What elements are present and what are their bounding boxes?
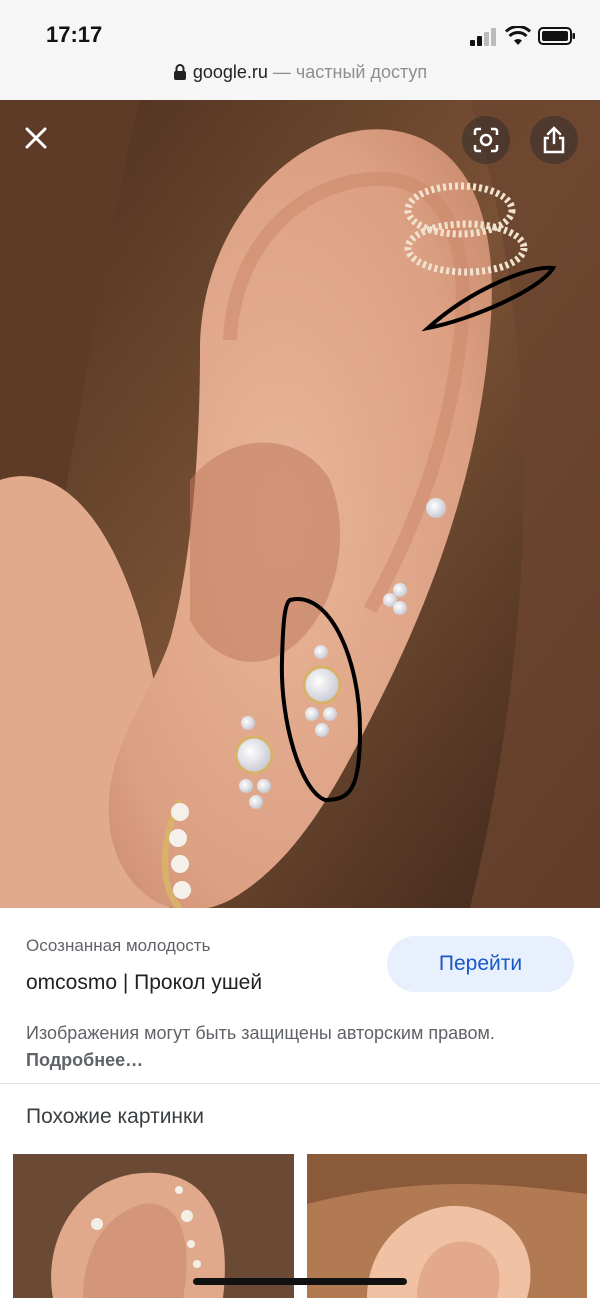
share-button[interactable] — [530, 116, 578, 164]
lock-icon — [173, 64, 186, 80]
lens-icon — [473, 127, 499, 153]
go-button[interactable]: Перейти — [387, 936, 574, 992]
result-info: Осознанная молодость omcosmo | Прокол уш… — [0, 908, 600, 1084]
image-viewer[interactable] — [0, 100, 600, 908]
similar-images-heading: Похожие картинки — [26, 1105, 204, 1128]
address-bar[interactable]: google.ru — частный доступ — [0, 62, 600, 90]
similar-image-1-photo — [13, 1154, 294, 1298]
battery-icon — [538, 27, 575, 45]
ear-piercing-photo — [0, 100, 600, 908]
wifi-icon — [505, 26, 531, 45]
clock: 17:17 — [46, 22, 103, 47]
source-name[interactable]: Осознанная молодость — [26, 936, 210, 956]
close-button[interactable] — [12, 114, 60, 162]
copyright-notice: Изображения могут быть защищены авторски… — [26, 1020, 566, 1074]
status-bar: 17:17 google.ru — частный доступ — [0, 0, 600, 100]
copyright-text: Изображения могут быть защищены авторски… — [26, 1023, 495, 1043]
similar-image-2[interactable] — [307, 1154, 587, 1298]
lens-search-button[interactable] — [462, 116, 510, 164]
share-icon — [543, 126, 565, 154]
home-indicator[interactable] — [193, 1278, 407, 1285]
similar-image-1[interactable] — [13, 1154, 294, 1298]
cellular-signal-icon — [470, 28, 496, 46]
similar-image-2-photo — [307, 1154, 587, 1298]
close-icon — [25, 127, 47, 149]
more-link[interactable]: Подробнее… — [26, 1050, 143, 1070]
url-domain: google.ru — [192, 62, 268, 82]
result-title[interactable]: omcosmo | Прокол ушей — [26, 971, 262, 995]
private-access-label: — частный доступ — [272, 62, 428, 82]
divider — [0, 1083, 600, 1084]
